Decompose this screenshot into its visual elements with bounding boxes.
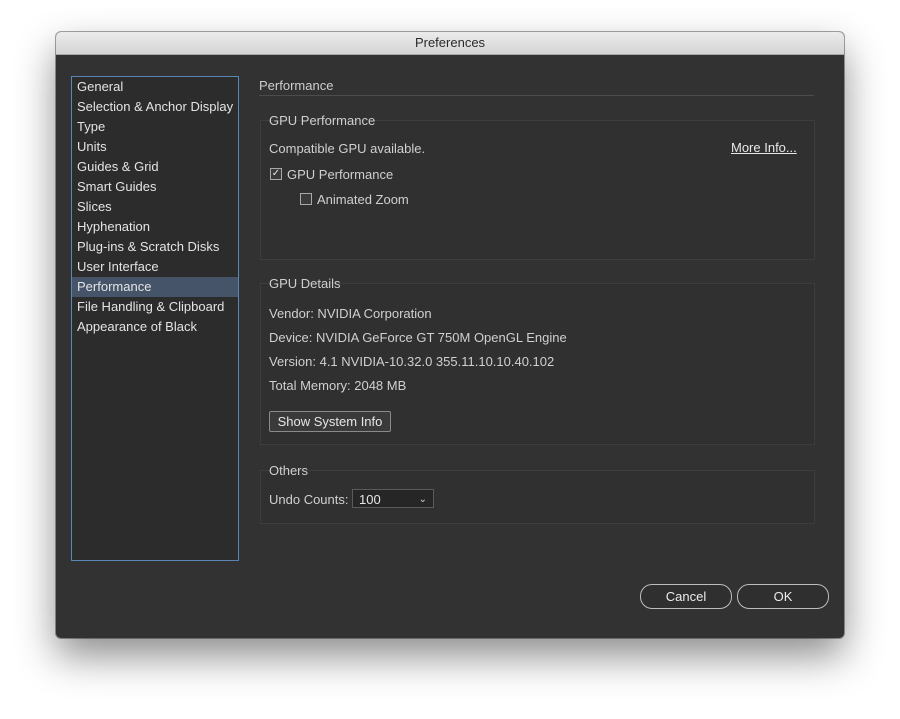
gpu-performance-checkbox[interactable]: ✓	[270, 168, 282, 180]
gpu-performance-checkbox-label: GPU Performance	[287, 167, 394, 182]
window-title: Preferences	[56, 32, 844, 55]
animated-zoom-checkbox[interactable]	[300, 193, 312, 205]
sidebar-item-selection-anchor-display[interactable]: Selection & Anchor Display	[72, 97, 238, 117]
more-info-link[interactable]: More Info...	[731, 140, 797, 155]
others-title: Others	[269, 463, 309, 478]
undo-counts-select[interactable]: 100 ⌄	[352, 489, 434, 508]
sidebar-item-type[interactable]: Type	[72, 117, 238, 137]
ok-button[interactable]: OK	[737, 584, 829, 609]
sidebar: General Selection & Anchor Display Type …	[71, 76, 239, 561]
chevron-down-icon: ⌄	[418, 494, 427, 505]
gpu-version: Version: 4.1 NVIDIA-10.32.0 355.11.10.10…	[269, 354, 555, 369]
sidebar-item-performance[interactable]: Performance	[72, 277, 238, 297]
sidebar-item-guides-grid[interactable]: Guides & Grid	[72, 157, 238, 177]
show-system-info-button[interactable]: Show System Info	[269, 411, 391, 432]
animated-zoom-checkbox-label: Animated Zoom	[317, 192, 409, 207]
sidebar-item-file-handling-clipboard[interactable]: File Handling & Clipboard	[72, 297, 238, 317]
undo-counts-value: 100	[359, 492, 381, 507]
sidebar-item-slices[interactable]: Slices	[72, 197, 238, 217]
undo-counts-label: Undo Counts:	[269, 492, 349, 507]
gpu-details-title: GPU Details	[269, 276, 341, 291]
sidebar-item-smart-guides[interactable]: Smart Guides	[72, 177, 238, 197]
gpu-status-text: Compatible GPU available.	[269, 141, 426, 156]
preferences-window: Preferences General Selection & Anchor D…	[56, 32, 844, 638]
sidebar-item-appearance-of-black[interactable]: Appearance of Black	[72, 317, 238, 337]
cancel-button[interactable]: Cancel	[640, 584, 732, 609]
sidebar-item-plugins-scratch-disks[interactable]: Plug-ins & Scratch Disks	[72, 237, 238, 257]
gpu-vendor: Vendor: NVIDIA Corporation	[269, 306, 432, 321]
sidebar-item-user-interface[interactable]: User Interface	[72, 257, 238, 277]
gpu-performance-title: GPU Performance	[269, 113, 376, 128]
sidebar-item-units[interactable]: Units	[72, 137, 238, 157]
heading-divider	[259, 95, 814, 96]
sidebar-item-general[interactable]: General	[72, 77, 238, 97]
panel-heading: Performance	[259, 78, 334, 93]
gpu-device: Device: NVIDIA GeForce GT 750M OpenGL En…	[269, 330, 567, 345]
sidebar-item-hyphenation[interactable]: Hyphenation	[72, 217, 238, 237]
gpu-total-memory: Total Memory: 2048 MB	[269, 378, 407, 393]
